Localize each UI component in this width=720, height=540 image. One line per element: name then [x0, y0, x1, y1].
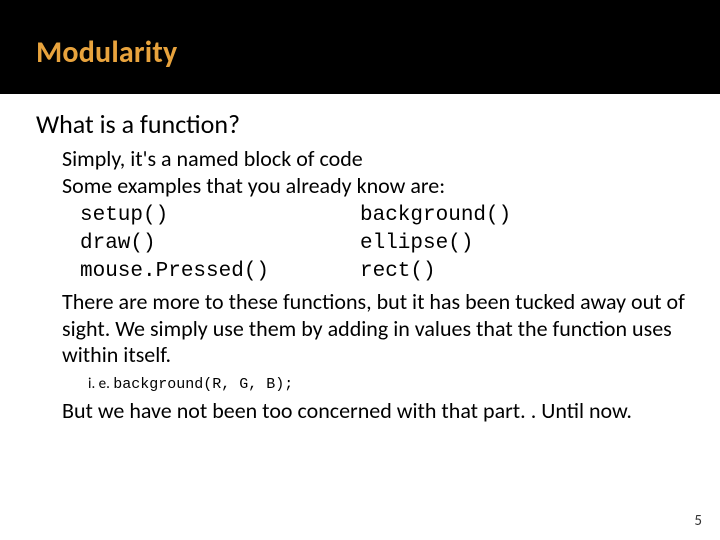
section-question: What is a function? [36, 108, 690, 140]
intro-line-1: Simply, it's a named block of code [62, 146, 690, 173]
function-col-2: background() ellipse() rect() [360, 202, 511, 287]
page-number: 5 [694, 512, 702, 530]
slide-content: What is a function? Simply, it's a named… [0, 94, 720, 425]
function-name: ellipse() [360, 230, 511, 258]
intro-line-2: Some examples that you already know are: [62, 173, 690, 200]
function-name: mouse.Pressed() [80, 258, 360, 286]
function-name: setup() [80, 202, 360, 230]
function-examples: setup() draw() mouse.Pressed() backgroun… [62, 202, 690, 287]
function-name: rect() [360, 258, 511, 286]
body-text: Simply, it's a named block of code Some … [36, 146, 690, 425]
example-line: i. e. background(R, G, B); [62, 375, 690, 394]
example-code: background(R, G, B); [113, 376, 293, 393]
function-name: draw() [80, 230, 360, 258]
example-prefix: i. e. [88, 375, 113, 393]
closing-text: But we have not been too concerned with … [62, 398, 690, 425]
slide-header: Modularity [0, 0, 720, 94]
function-col-1: setup() draw() mouse.Pressed() [80, 202, 360, 287]
function-name: background() [360, 202, 511, 230]
slide-title: Modularity [36, 34, 720, 71]
explanation-text: There are more to these functions, but i… [62, 289, 690, 369]
